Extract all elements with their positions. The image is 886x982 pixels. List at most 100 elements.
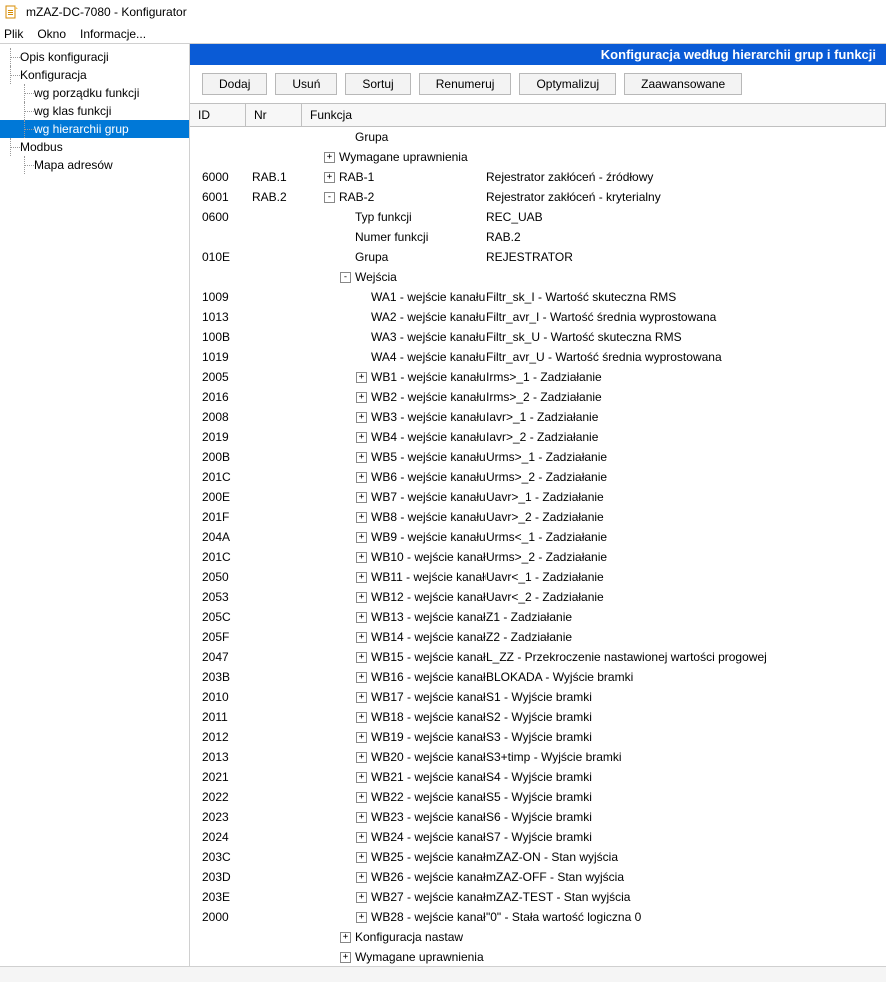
table-row[interactable]: 0600Typ funkcjiREC_UAB bbox=[190, 207, 886, 227]
sidebar-item-wg-hierarchii[interactable]: wg hierarchii grup bbox=[0, 120, 189, 138]
cell-id: 2053 bbox=[202, 590, 252, 604]
table-row[interactable]: 2053+WB12 - wejście kanałuUavr<_2 - Zadz… bbox=[190, 587, 886, 607]
table-row[interactable]: 204A+WB9 - wejście kanału bUrms<_1 - Zad… bbox=[190, 527, 886, 547]
usun-button[interactable]: Usuń bbox=[275, 73, 337, 95]
dodaj-button[interactable]: Dodaj bbox=[202, 73, 267, 95]
expand-icon[interactable]: + bbox=[356, 752, 367, 763]
expand-icon[interactable]: + bbox=[356, 872, 367, 883]
table-row[interactable]: 201C+WB6 - wejście kanału bUrms>_2 - Zad… bbox=[190, 467, 886, 487]
sidebar-item-wg-klas[interactable]: wg klas funkcji bbox=[0, 102, 189, 120]
expand-icon[interactable]: + bbox=[356, 832, 367, 843]
table-row[interactable]: 200B+WB5 - wejście kanału bUrms>_1 - Zad… bbox=[190, 447, 886, 467]
col-funkcja[interactable]: Funkcja bbox=[302, 104, 886, 126]
collapse-icon[interactable]: - bbox=[324, 192, 335, 203]
table-row[interactable]: 1009WA1 - wejście kanału aFiltr_sk_I - W… bbox=[190, 287, 886, 307]
expand-icon[interactable]: + bbox=[356, 392, 367, 403]
expand-icon[interactable]: + bbox=[356, 732, 367, 743]
table-row[interactable]: 1019WA4 - wejście kanału aFiltr_avr_U - … bbox=[190, 347, 886, 367]
col-nr[interactable]: Nr bbox=[246, 104, 302, 126]
expand-icon[interactable]: + bbox=[324, 152, 335, 163]
expand-icon[interactable]: + bbox=[356, 632, 367, 643]
table-row[interactable]: 200E+WB7 - wejście kanału bUavr>_1 - Zad… bbox=[190, 487, 886, 507]
grid-body[interactable]: Grupa+Wymagane uprawnienia6000RAB.1+RAB-… bbox=[190, 127, 886, 966]
renumeruj-button[interactable]: Renumeruj bbox=[419, 73, 512, 95]
table-row[interactable]: 2023+WB23 - wejście kanałuS6 - Wyjście b… bbox=[190, 807, 886, 827]
table-row[interactable]: 203D+WB26 - wejście kanałumZAZ-OFF - Sta… bbox=[190, 867, 886, 887]
expand-icon[interactable]: + bbox=[356, 792, 367, 803]
expand-icon[interactable]: + bbox=[356, 492, 367, 503]
expand-icon[interactable]: + bbox=[356, 412, 367, 423]
table-row[interactable]: 2012+WB19 - wejście kanałuS3 - Wyjście b… bbox=[190, 727, 886, 747]
table-row[interactable]: 2005+WB1 - wejście kanału bIrms>_1 - Zad… bbox=[190, 367, 886, 387]
table-row[interactable]: 2008+WB3 - wejście kanału bIavr>_1 - Zad… bbox=[190, 407, 886, 427]
menu-plik[interactable]: Plik bbox=[4, 27, 23, 41]
table-row[interactable]: 1013WA2 - wejście kanału aFiltr_avr_I - … bbox=[190, 307, 886, 327]
table-row[interactable]: 2024+WB24 - wejście kanałuS7 - Wyjście b… bbox=[190, 827, 886, 847]
table-row[interactable]: 2050+WB11 - wejście kanałuUavr<_1 - Zadz… bbox=[190, 567, 886, 587]
expand-icon[interactable]: + bbox=[356, 852, 367, 863]
table-row[interactable]: 100BWA3 - wejście kanału aFiltr_sk_U - W… bbox=[190, 327, 886, 347]
table-row[interactable]: +Wymagane uprawnienia bbox=[190, 947, 886, 966]
cell-func: +WB13 - wejście kanału bbox=[308, 610, 486, 624]
table-row[interactable]: 2019+WB4 - wejście kanału bIavr>_2 - Zad… bbox=[190, 427, 886, 447]
table-row[interactable]: +Wymagane uprawnienia bbox=[190, 147, 886, 167]
zaawansowane-button[interactable]: Zaawansowane bbox=[624, 73, 742, 95]
expand-icon[interactable]: + bbox=[356, 612, 367, 623]
table-row[interactable]: 2021+WB21 - wejście kanałuS4 - Wyjście b… bbox=[190, 767, 886, 787]
table-row[interactable]: 2016+WB2 - wejście kanału bIrms>_2 - Zad… bbox=[190, 387, 886, 407]
expand-icon[interactable]: + bbox=[356, 892, 367, 903]
table-row[interactable]: 203E+WB27 - wejście kanałumZAZ-TEST - St… bbox=[190, 887, 886, 907]
expand-icon[interactable]: + bbox=[356, 572, 367, 583]
table-row[interactable]: 203C+WB25 - wejście kanałumZAZ-ON - Stan… bbox=[190, 847, 886, 867]
table-row[interactable]: 2000+WB28 - wejście kanału"0" - Stała wa… bbox=[190, 907, 886, 927]
sidebar-item-konfiguracja[interactable]: Konfiguracja bbox=[0, 66, 189, 84]
table-row[interactable]: 2047+WB15 - wejście kanałuL_ZZ - Przekro… bbox=[190, 647, 886, 667]
table-row[interactable]: 010EGrupaREJESTRATOR bbox=[190, 247, 886, 267]
expand-icon[interactable]: + bbox=[356, 452, 367, 463]
table-row[interactable]: Grupa bbox=[190, 127, 886, 147]
table-row[interactable]: 205C+WB13 - wejście kanałuZ1 - Zadziałan… bbox=[190, 607, 886, 627]
expand-icon[interactable]: + bbox=[356, 812, 367, 823]
expand-icon[interactable]: + bbox=[356, 432, 367, 443]
sortuj-button[interactable]: Sortuj bbox=[345, 73, 410, 95]
optymalizuj-button[interactable]: Optymalizuj bbox=[519, 73, 616, 95]
table-row[interactable]: 2011+WB18 - wejście kanałuS2 - Wyjście b… bbox=[190, 707, 886, 727]
expand-icon[interactable]: + bbox=[324, 172, 335, 183]
table-row[interactable]: Numer funkcjiRAB.2 bbox=[190, 227, 886, 247]
table-row[interactable]: 2010+WB17 - wejście kanałuS1 - Wyjście b… bbox=[190, 687, 886, 707]
table-row[interactable]: 6001RAB.2-RAB-2Rejestrator zakłóceń - kr… bbox=[190, 187, 886, 207]
sidebar-item-wg-porzadku[interactable]: wg porządku funkcji bbox=[0, 84, 189, 102]
expand-icon[interactable]: + bbox=[356, 512, 367, 523]
expand-icon[interactable]: + bbox=[340, 932, 351, 943]
expand-icon[interactable]: + bbox=[356, 692, 367, 703]
func-label: WB9 - wejście kanału b bbox=[371, 530, 486, 544]
collapse-icon[interactable]: - bbox=[340, 272, 351, 283]
expand-icon[interactable]: + bbox=[356, 532, 367, 543]
table-row[interactable]: 205F+WB14 - wejście kanałuZ2 - Zadziałan… bbox=[190, 627, 886, 647]
expand-icon[interactable]: + bbox=[356, 712, 367, 723]
menu-okno[interactable]: Okno bbox=[37, 27, 66, 41]
expand-icon[interactable]: + bbox=[356, 372, 367, 383]
table-row[interactable]: 6000RAB.1+RAB-1Rejestrator zakłóceń - źr… bbox=[190, 167, 886, 187]
expand-icon[interactable]: + bbox=[356, 552, 367, 563]
table-row[interactable]: 203B+WB16 - wejście kanałuBLOKADA - Wyjś… bbox=[190, 667, 886, 687]
expand-icon[interactable]: + bbox=[356, 912, 367, 923]
sidebar-item-modbus[interactable]: Modbus bbox=[0, 138, 189, 156]
menu-informacje[interactable]: Informacje... bbox=[80, 27, 146, 41]
expand-icon[interactable]: + bbox=[356, 772, 367, 783]
table-row[interactable]: 201C+WB10 - wejście kanałuUrms>_2 - Zadz… bbox=[190, 547, 886, 567]
cell-func: +WB15 - wejście kanału bbox=[308, 650, 486, 664]
expand-icon[interactable]: + bbox=[356, 652, 367, 663]
sidebar-item-opis[interactable]: Opis konfiguracji bbox=[0, 48, 189, 66]
expand-icon[interactable]: + bbox=[356, 472, 367, 483]
expand-icon[interactable]: + bbox=[340, 952, 351, 963]
table-row[interactable]: -Wejścia bbox=[190, 267, 886, 287]
expand-icon[interactable]: + bbox=[356, 672, 367, 683]
table-row[interactable]: 2013+WB20 - wejście kanałuS3+timp - Wyjś… bbox=[190, 747, 886, 767]
col-id[interactable]: ID bbox=[190, 104, 246, 126]
table-row[interactable]: 201F+WB8 - wejście kanału bUavr>_2 - Zad… bbox=[190, 507, 886, 527]
table-row[interactable]: 2022+WB22 - wejście kanałuS5 - Wyjście b… bbox=[190, 787, 886, 807]
expand-icon[interactable]: + bbox=[356, 592, 367, 603]
table-row[interactable]: +Konfiguracja nastaw bbox=[190, 927, 886, 947]
sidebar-item-mapa[interactable]: Mapa adresów bbox=[0, 156, 189, 174]
